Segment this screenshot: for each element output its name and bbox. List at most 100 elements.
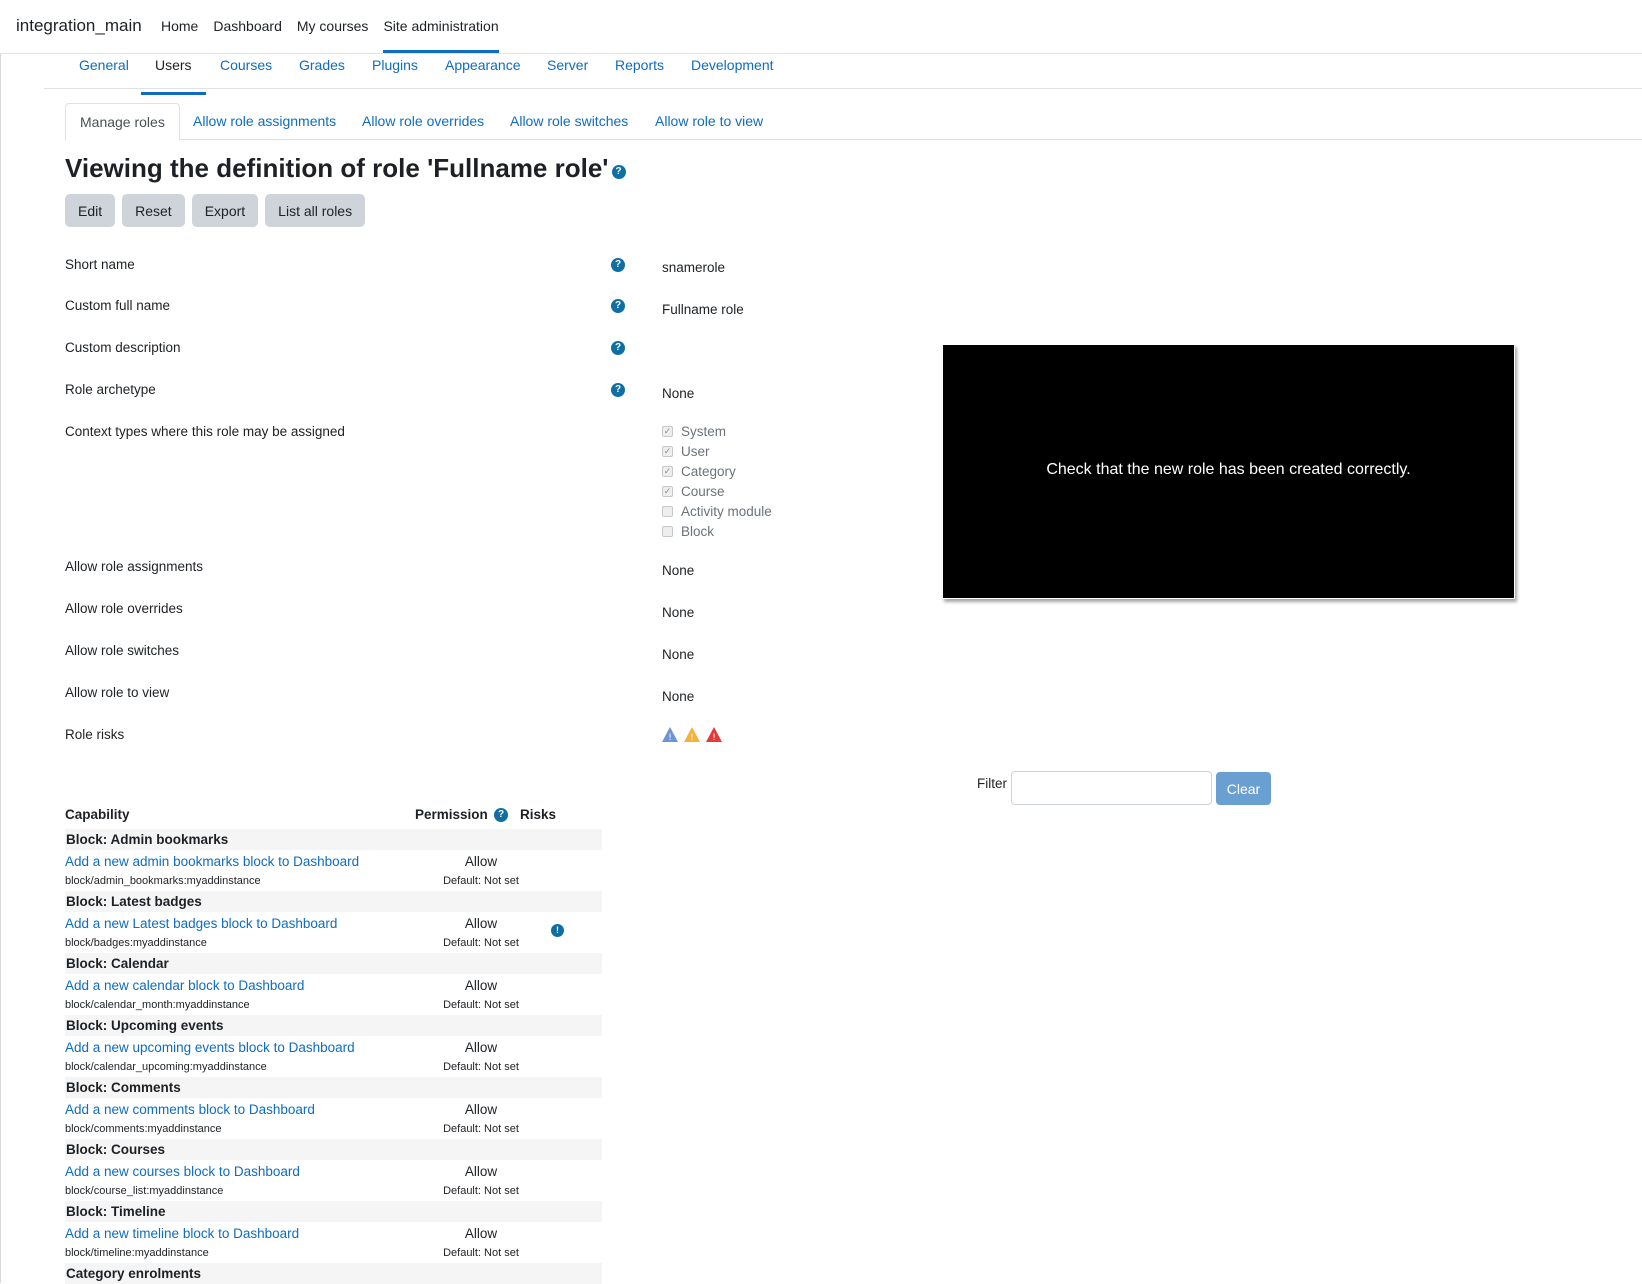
- help-icon[interactable]: ?: [611, 165, 626, 180]
- capability-group-header: Block: Calendar: [65, 953, 602, 974]
- risk-data-loss-icon[interactable]: !: [706, 727, 722, 742]
- tab-allow-role-to-view[interactable]: Allow role to view: [655, 103, 763, 140]
- context-option-course: ✓ Course: [662, 484, 725, 499]
- tour-step-overlay: Check that the new role has been created…: [942, 344, 1515, 599]
- reset-button[interactable]: Reset: [122, 194, 185, 227]
- page-title-text: Viewing the definition of role 'Fullname…: [65, 153, 609, 183]
- allow-role-assignments-label: Allow role assignments: [65, 559, 204, 574]
- nav-site-administration[interactable]: Site administration: [383, 18, 499, 53]
- site-brand[interactable]: integration_main: [16, 16, 142, 36]
- secondary-tab-users[interactable]: Users: [141, 57, 205, 95]
- default-permission: Default: Not set: [443, 1247, 519, 1259]
- checkbox-block[interactable]: [662, 526, 673, 537]
- allow-role-overrides-label: Allow role overrides: [65, 601, 183, 616]
- svg-text:!: !: [712, 733, 716, 742]
- role-archetype-help-icon[interactable]: ?: [611, 383, 625, 397]
- admin-secondary-navigation: General Users Courses Grades Plugins App…: [44, 52, 1642, 95]
- checkbox-activity-module[interactable]: [662, 506, 673, 517]
- default-permission: Default: Not set: [443, 1185, 519, 1197]
- context-option-user: ✓ User: [662, 444, 710, 459]
- tab-manage-roles[interactable]: Manage roles: [65, 103, 180, 141]
- tab-allow-role-assignments[interactable]: Allow role assignments: [193, 103, 336, 140]
- permission-help-icon[interactable]: ?: [494, 808, 508, 822]
- capability-link[interactable]: Add a new Latest badges block to Dashboa…: [65, 916, 337, 931]
- short-name-help-icon[interactable]: ?: [611, 258, 625, 272]
- allow-role-to-view-value: None: [662, 689, 695, 704]
- secondary-tab-courses[interactable]: Courses: [220, 57, 272, 94]
- capability-filter-input[interactable]: [1011, 771, 1212, 805]
- role-risks-label: Role risks: [65, 727, 125, 742]
- list-all-roles-button[interactable]: List all roles: [265, 194, 366, 227]
- checkbox-system[interactable]: ✓: [662, 426, 673, 437]
- permission-value: Allow: [464, 916, 498, 931]
- secondary-tab-reports[interactable]: Reports: [615, 57, 664, 94]
- capability-group-header: Block: Timeline: [65, 1201, 602, 1222]
- capability-link[interactable]: Add a new comments block to Dashboard: [65, 1102, 315, 1117]
- custom-full-name-label: Custom full name: [65, 298, 171, 313]
- secondary-tab-grades[interactable]: Grades: [299, 57, 345, 94]
- capability-link[interactable]: Add a new timeline block to Dashboard: [65, 1226, 299, 1241]
- capability-id: block/calendar_month:myaddinstance: [65, 999, 250, 1011]
- capability-id: block/badges:myaddinstance: [65, 937, 207, 949]
- default-permission: Default: Not set: [443, 1061, 519, 1073]
- capability-group-header: Block: Comments: [65, 1077, 602, 1098]
- permission-column-header: Permission: [415, 807, 488, 822]
- context-option-category: ✓ Category: [662, 464, 736, 479]
- secondary-tab-plugins[interactable]: Plugins: [372, 57, 418, 94]
- allow-role-assignments-value: None: [662, 563, 695, 578]
- capability-link[interactable]: Add a new courses block to Dashboard: [65, 1164, 300, 1179]
- allow-role-switches-label: Allow role switches: [65, 643, 180, 658]
- export-button[interactable]: Export: [191, 194, 259, 227]
- table-row: Add a new courses block to Dashboard blo…: [65, 1160, 602, 1201]
- page-title: Viewing the definition of role 'Fullname…: [65, 153, 626, 184]
- custom-description-help-icon[interactable]: ?: [611, 341, 625, 355]
- nav-dashboard[interactable]: Dashboard: [213, 18, 282, 51]
- table-row: Add a new Latest badges block to Dashboa…: [65, 912, 602, 953]
- context-option-label: System: [681, 424, 727, 439]
- edit-button[interactable]: Edit: [65, 194, 116, 227]
- role-risks-icons: ! ! !: [662, 727, 722, 742]
- secondary-tab-general[interactable]: General: [79, 57, 129, 94]
- custom-full-name-value: Fullname role: [662, 302, 744, 317]
- role-action-buttons: Edit Reset Export List all roles: [65, 194, 366, 227]
- risk-config-icon[interactable]: !: [684, 727, 700, 742]
- capability-group-header: Category enrolments: [65, 1263, 602, 1284]
- checkbox-user[interactable]: ✓: [662, 446, 673, 457]
- risk-xss-icon[interactable]: !: [662, 727, 678, 742]
- capability-group-header: Block: Admin bookmarks: [65, 829, 602, 850]
- top-navbar: integration_main Home Dashboard My cours…: [0, 0, 1642, 54]
- context-types-label: Context types where this role may be ass…: [65, 424, 345, 439]
- risks-column-header: Risks: [520, 807, 557, 822]
- context-option-system: ✓ System: [662, 424, 726, 439]
- custom-description-label: Custom description: [65, 340, 181, 355]
- table-row: Add a new upcoming events block to Dashb…: [65, 1036, 602, 1077]
- secondary-tab-development[interactable]: Development: [691, 57, 774, 94]
- capability-group-header: Block: Courses: [65, 1139, 602, 1160]
- context-option-block: Block: [662, 524, 714, 539]
- checkbox-course[interactable]: ✓: [662, 486, 673, 497]
- context-option-label: User: [681, 444, 710, 459]
- page-left-border: [0, 0, 1, 1283]
- role-tabs: Manage roles Allow role assignments Allo…: [65, 103, 1642, 141]
- secondary-tab-appearance[interactable]: Appearance: [445, 57, 521, 94]
- permission-value: Allow: [464, 1226, 498, 1241]
- checkbox-category[interactable]: ✓: [662, 466, 673, 477]
- capability-link[interactable]: Add a new admin bookmarks block to Dashb…: [65, 854, 359, 869]
- context-option-label: Category: [681, 464, 736, 479]
- context-option-activity-module: Activity module: [662, 504, 772, 519]
- capability-id: block/admin_bookmarks:myaddinstance: [65, 875, 261, 887]
- nav-home[interactable]: Home: [161, 18, 198, 51]
- short-name-label: Short name: [65, 257, 135, 272]
- table-row: Add a new admin bookmarks block to Dashb…: [65, 850, 602, 891]
- nav-my-courses[interactable]: My courses: [297, 18, 369, 51]
- tab-allow-role-overrides[interactable]: Allow role overrides: [362, 103, 484, 140]
- context-option-label: Activity module: [681, 504, 772, 519]
- capability-id: block/calendar_upcoming:myaddinstance: [65, 1061, 267, 1073]
- secondary-tab-server[interactable]: Server: [547, 57, 588, 94]
- custom-full-name-help-icon[interactable]: ?: [611, 299, 625, 313]
- risk-info-icon[interactable]: !: [551, 924, 564, 937]
- clear-filter-button[interactable]: Clear: [1216, 772, 1271, 805]
- capability-link[interactable]: Add a new calendar block to Dashboard: [65, 978, 304, 993]
- tab-allow-role-switches[interactable]: Allow role switches: [510, 103, 628, 140]
- capability-link[interactable]: Add a new upcoming events block to Dashb…: [65, 1040, 355, 1055]
